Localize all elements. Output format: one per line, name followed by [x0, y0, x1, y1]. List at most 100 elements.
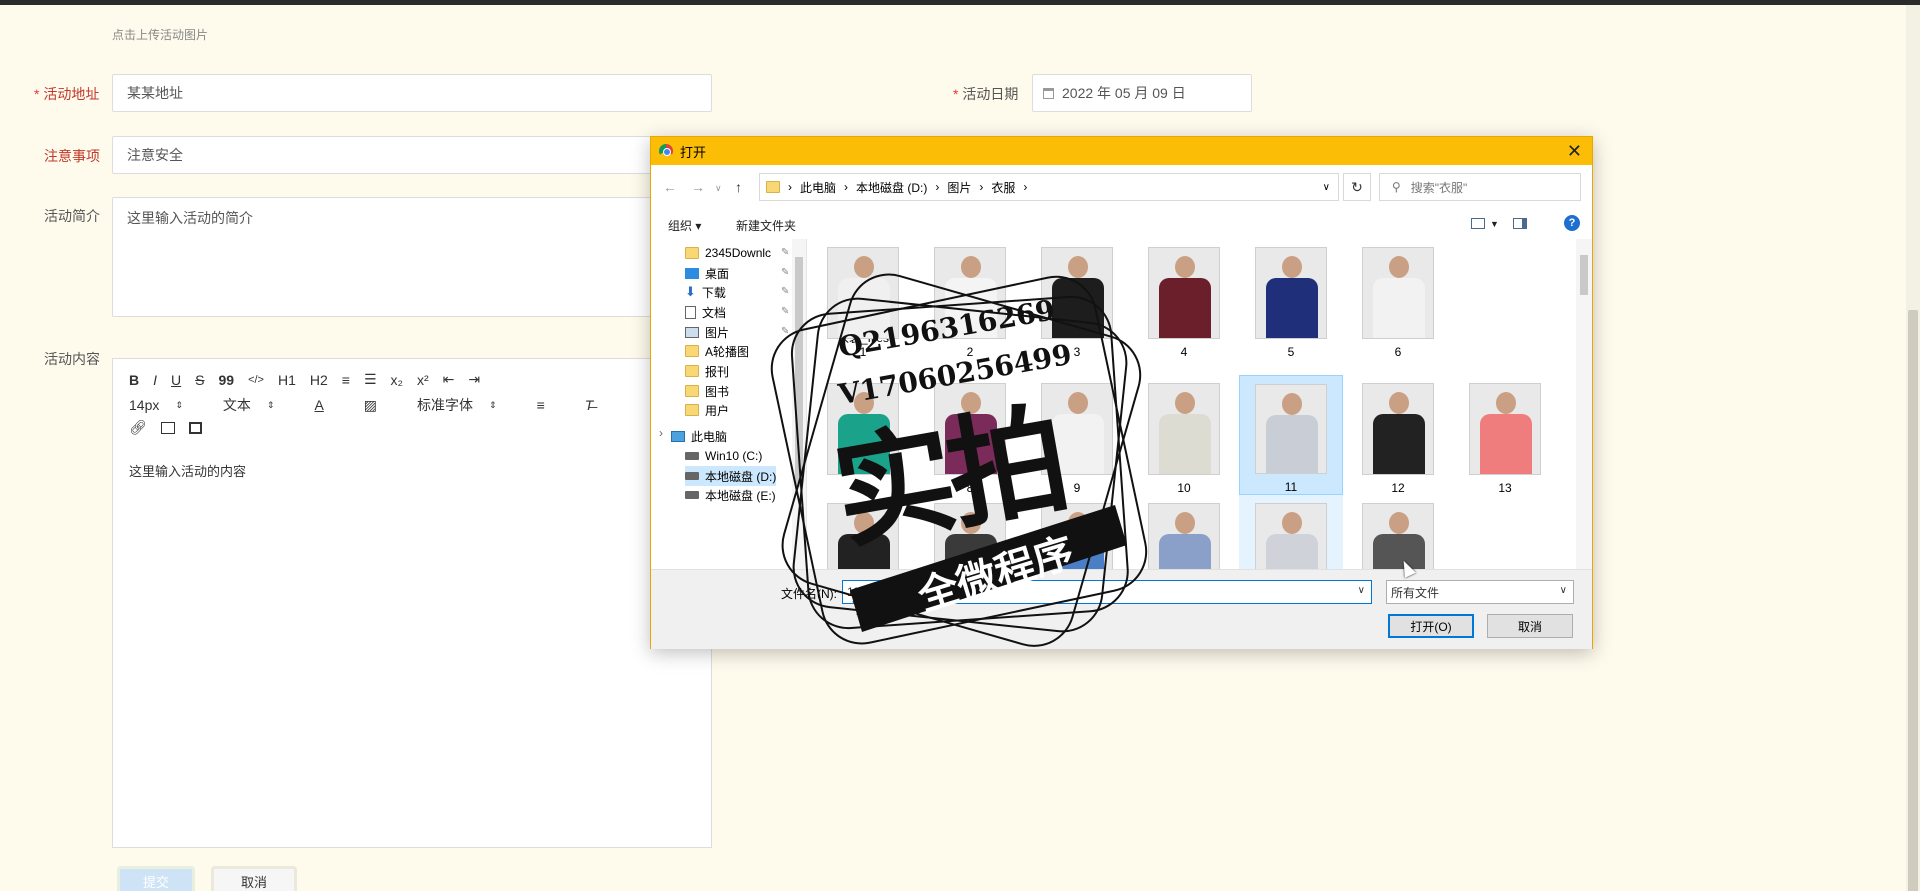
content-scrollbar[interactable] [1576, 239, 1592, 569]
clear-format-icon[interactable]: T̶ [585, 397, 594, 413]
italic-button[interactable]: I [153, 372, 157, 388]
ordered-list-button[interactable]: ≡ [342, 372, 350, 388]
h1-button[interactable]: H1 [278, 372, 296, 388]
image-tile[interactable]: 19 [1346, 495, 1450, 569]
intro-textarea[interactable]: 这里输入活动的简介 [112, 197, 712, 317]
block-type-select[interactable]: 文本 ⇕ [223, 395, 275, 415]
nav-item[interactable]: 此电脑 [671, 426, 727, 446]
image-tile[interactable]: 9 [1025, 375, 1129, 495]
organize-menu[interactable]: 组织 ▾ [668, 217, 701, 234]
nav-item[interactable]: 2345Downlc [685, 243, 771, 263]
bold-button[interactable]: B [129, 372, 139, 388]
expand-icon[interactable]: › [659, 426, 663, 440]
dialog-cancel-button[interactable]: 取消 [1487, 614, 1573, 638]
image-tile[interactable]: 10 [1132, 375, 1236, 495]
pin-icon[interactable]: ✎ [781, 306, 789, 317]
cancel-button[interactable]: 取消 [211, 866, 297, 891]
nav-item[interactable]: 文档 [685, 302, 726, 322]
image-tile[interactable]: 13 [1453, 375, 1557, 495]
nav-scrollbar[interactable] [792, 239, 806, 569]
breadcrumb-pc[interactable]: 此电脑 [800, 179, 836, 196]
chevron-down-icon[interactable]: ∨ [1323, 182, 1330, 193]
upload-hint[interactable]: 点击上传活动图片 [112, 26, 208, 43]
h2-button[interactable]: H2 [310, 372, 328, 388]
date-picker[interactable]: 2022 年 05 月 09 日 [1032, 74, 1252, 112]
blockquote-button[interactable]: 99 [218, 372, 234, 388]
outdent-button[interactable]: ⇤ [443, 371, 455, 388]
submit-button[interactable]: 提交 [117, 866, 195, 891]
nav-item[interactable]: 图片 [685, 322, 729, 342]
nav-item[interactable]: 本地磁盘 (D:) [685, 466, 777, 486]
align-icon[interactable]: ≡ [537, 397, 545, 413]
search-input[interactable]: ⚲ 搜索"衣服" [1379, 173, 1581, 201]
pin-icon[interactable]: ✎ [781, 247, 789, 258]
nav-item[interactable]: A轮播图 [685, 341, 749, 361]
image-tile[interactable]: 1 [811, 239, 915, 359]
dialog-titlebar[interactable]: 打开 ✕ [651, 137, 1592, 165]
nav-item[interactable]: ⬇ 下载 [685, 282, 726, 302]
nav-item[interactable]: 用户 [685, 400, 729, 420]
open-button[interactable]: 打开(O) [1388, 614, 1474, 638]
image-tile[interactable]: 15 [918, 495, 1022, 569]
image-tile[interactable]: 11 [1239, 375, 1343, 495]
page-scrollbar-thumb[interactable] [1908, 310, 1918, 891]
notice-input[interactable]: 注意安全 [112, 136, 712, 174]
close-icon[interactable]: ✕ [1567, 141, 1582, 162]
nav-item[interactable]: 图书 [685, 381, 729, 401]
superscript-button[interactable]: x² [417, 372, 429, 388]
nav-item[interactable]: 报刊 [685, 361, 729, 381]
nav-scrollbar-thumb[interactable] [795, 257, 803, 487]
new-folder-button[interactable]: 新建文件夹 [736, 217, 796, 234]
page-scrollbar[interactable] [1906, 5, 1920, 891]
refresh-button[interactable]: ↻ [1343, 173, 1371, 201]
image-tile[interactable]: 12 [1346, 375, 1450, 495]
preview-pane-icon[interactable] [1513, 218, 1527, 229]
image-tile[interactable]: 4 [1132, 239, 1236, 359]
strike-button[interactable]: S [195, 372, 204, 388]
breadcrumb-clothes[interactable]: 衣服 [991, 179, 1015, 196]
image-tile[interactable]: 5 [1239, 239, 1343, 359]
recent-chevron-icon[interactable]: ∨ [715, 183, 722, 194]
image-tile[interactable]: 8 [918, 375, 1022, 495]
font-family-select[interactable]: 标准字体 ⇕ [417, 395, 497, 415]
subscript-button[interactable]: x₂ [391, 372, 403, 388]
address-input[interactable]: 某某地址 [112, 74, 712, 112]
background-color-icon[interactable]: ▨ [364, 397, 377, 414]
help-icon[interactable]: ? [1564, 215, 1580, 231]
content-scrollbar-thumb[interactable] [1580, 255, 1588, 295]
nav-item[interactable]: Win10 (C:) [685, 446, 762, 466]
link-icon[interactable]: 🔗︎ [129, 419, 147, 436]
image-tile[interactable]: 16 [1025, 495, 1129, 569]
image-tile[interactable]: 7 [811, 375, 915, 495]
nav-item[interactable]: 本地磁盘 (E:) [685, 485, 776, 505]
breadcrumb-drive[interactable]: 本地磁盘 (D:) [856, 179, 927, 196]
pin-icon[interactable]: ✎ [781, 286, 789, 297]
pin-icon[interactable]: ✎ [781, 326, 789, 337]
image-icon[interactable] [160, 421, 175, 434]
chevron-down-icon[interactable]: ∨ [1358, 585, 1365, 596]
image-tile[interactable]: 6 [1346, 239, 1450, 359]
address-bar[interactable]: › 此电脑 › 本地磁盘 (D:) › 图片 › 衣服 › ∨ [759, 173, 1339, 201]
image-tile[interactable]: 2 [918, 239, 1022, 359]
view-dropdown-icon[interactable]: ▼ [1490, 219, 1499, 229]
pin-icon[interactable]: ✎ [781, 267, 789, 278]
video-icon[interactable] [188, 421, 202, 434]
nav-item[interactable]: 桌面 [685, 263, 729, 283]
editor-body[interactable]: 这里输入活动的内容 [129, 461, 246, 480]
indent-button[interactable]: ⇥ [468, 371, 480, 388]
font-size-select[interactable]: 14px ⇕ [129, 397, 183, 413]
rich-text-editor[interactable]: B I U S 99 </> H1 H2 ≡ ☰ x₂ x² ⇤ ⇥ 14px ⇕… [112, 358, 712, 848]
image-tile[interactable]: 17 [1132, 495, 1236, 569]
image-tile[interactable]: 14 [811, 495, 915, 569]
bullet-list-button[interactable]: ☰ [364, 371, 377, 388]
image-tile[interactable]: 3 [1025, 239, 1129, 359]
up-arrow-icon[interactable]: ↑ [735, 179, 742, 195]
font-color-icon[interactable]: A [314, 397, 323, 413]
image-tile[interactable]: 18 [1239, 495, 1343, 569]
breadcrumb-pictures[interactable]: 图片 [947, 179, 971, 196]
code-button[interactable]: </> [248, 374, 264, 386]
filename-input[interactable]: 11 ∨ [842, 580, 1372, 604]
forward-arrow-icon[interactable]: → [691, 179, 705, 195]
view-mode-icon[interactable] [1471, 218, 1485, 229]
back-arrow-icon[interactable]: ← [663, 179, 677, 195]
